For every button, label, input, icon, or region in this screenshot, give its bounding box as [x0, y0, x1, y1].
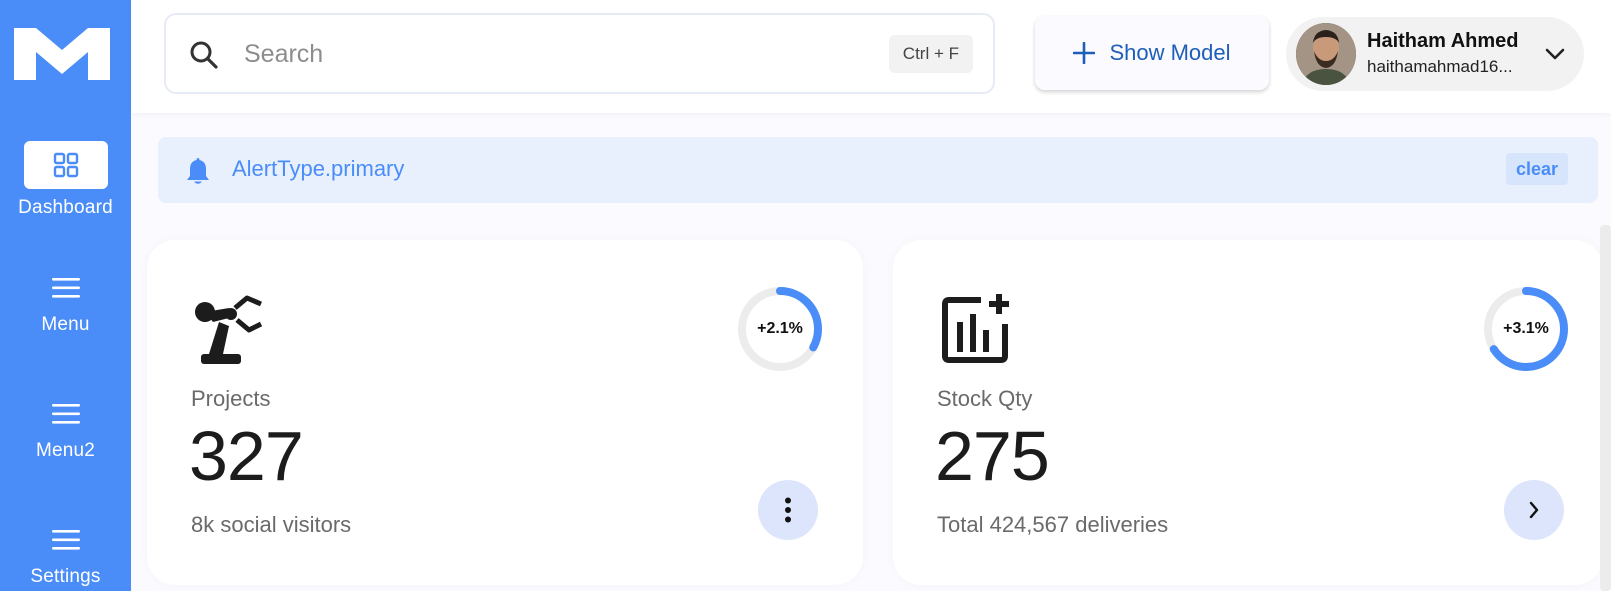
hamburger-icon [51, 278, 80, 298]
sidebar-item-label: Settings [30, 566, 101, 587]
sidebar-item-dashboard[interactable]: Dashboard [0, 141, 131, 219]
avatar[interactable] [1296, 23, 1356, 85]
sidebar-item-menu[interactable]: Menu [0, 276, 131, 336]
sidebar-item-label: Dashboard [18, 197, 113, 218]
hamburger-icon [51, 404, 80, 424]
search-box[interactable]: Ctrl + F [164, 13, 995, 94]
stat-card-stock: +3.1% Stock Qty 275 Total 424,567 delive… [893, 240, 1603, 585]
alert-message: AlertType.primary [232, 156, 405, 181]
grid-icon [53, 152, 78, 178]
card-subtext: 8k social visitors [191, 512, 352, 537]
sidebar-item-label: Menu [41, 314, 90, 335]
change-percent: +2.1% [757, 320, 803, 337]
sidebar: Dashboard Menu Menu2 Settings [0, 0, 131, 591]
sidebar-item-settings[interactable]: Settings [0, 528, 131, 588]
bell-icon [187, 158, 209, 184]
change-percent: +3.1% [1503, 320, 1549, 337]
alert-clear-button[interactable]: clear [1505, 153, 1568, 185]
card-subtext: Total 424,567 deliveries [937, 512, 1169, 537]
top-header: Ctrl + F Show Model Haitham Ahmed haitha… [131, 0, 1611, 113]
user-menu[interactable]: Haitham Ahmed haithamahmad16... [1286, 17, 1584, 91]
chevron-right-icon [1529, 501, 1539, 519]
nav-icon-box [23, 141, 108, 189]
avatar-image [1296, 23, 1356, 85]
show-model-label: Show Model [1109, 40, 1231, 65]
show-model-button[interactable]: Show Model [1035, 16, 1269, 90]
search-input[interactable] [244, 35, 844, 73]
chevron-down-icon[interactable] [1544, 45, 1566, 63]
logo-icon[interactable] [14, 28, 110, 80]
alert-banner: AlertType.primary clear [158, 137, 1598, 203]
sidebar-item-label: Menu2 [35, 440, 96, 461]
card-label: Stock Qty [937, 386, 1033, 411]
scrollbar[interactable] [1600, 225, 1611, 591]
more-vertical-icon [785, 497, 791, 523]
search-icon [190, 41, 218, 69]
card-more-button[interactable] [758, 480, 818, 540]
robot-arm-icon [195, 295, 263, 364]
chart-add-icon [942, 294, 1009, 363]
user-email: haithamahmad16... [1367, 57, 1513, 76]
card-next-button[interactable] [1504, 480, 1564, 540]
card-value: 275 [935, 417, 1050, 495]
sidebar-item-menu2[interactable]: Menu2 [0, 402, 131, 462]
shortcut-badge: Ctrl + F [888, 35, 973, 73]
stat-card-projects: +2.1% Projects 327 8k social visitors [147, 240, 863, 585]
user-name: Haitham Ahmed [1367, 30, 1519, 52]
card-label: Projects [191, 386, 271, 411]
plus-icon [1073, 42, 1096, 64]
hamburger-icon [51, 530, 80, 550]
card-value: 327 [189, 417, 304, 495]
